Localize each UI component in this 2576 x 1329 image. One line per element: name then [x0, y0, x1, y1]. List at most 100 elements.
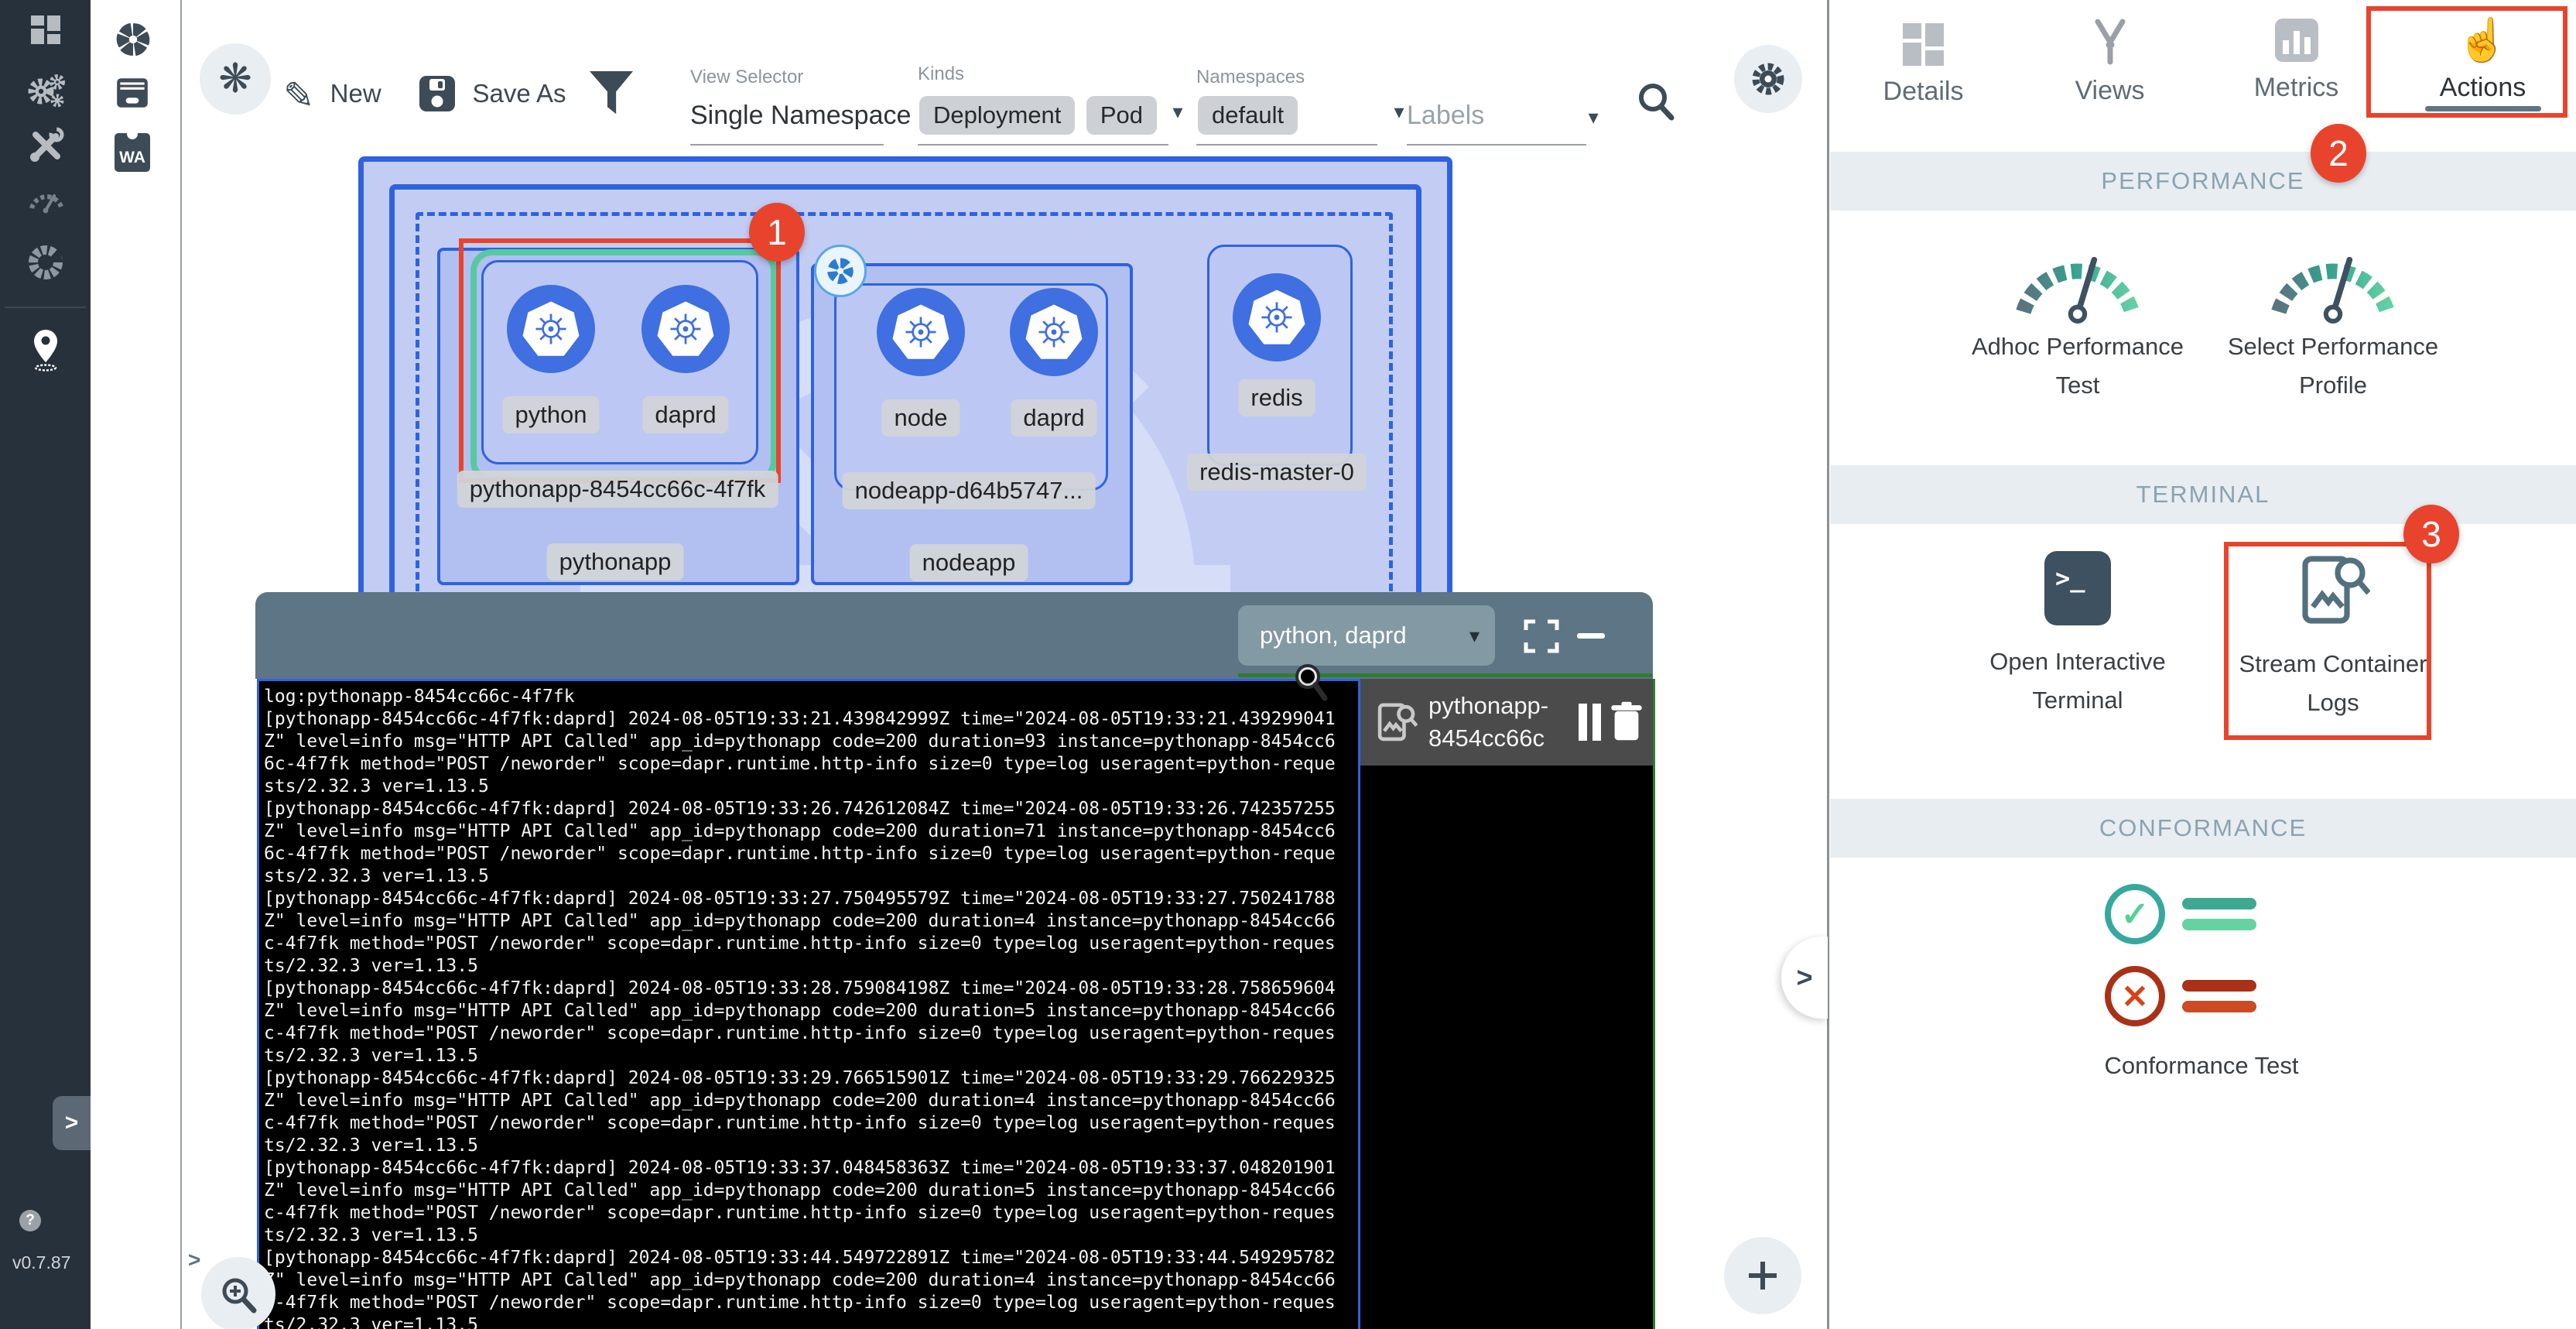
sidebar-item-dashboard[interactable] [0, 8, 91, 51]
section-header-terminal: TERMINAL [1830, 465, 2576, 524]
plus-icon [1744, 1257, 1781, 1294]
sidebar-item-topology[interactable] [0, 325, 91, 375]
sidebar-item-resources[interactable] [0, 240, 91, 283]
container-node-python[interactable] [507, 285, 595, 373]
stream-logs-icon [1374, 700, 1418, 745]
kind-chip-pod[interactable]: Pod [1086, 96, 1157, 135]
pause-icon[interactable] [1592, 704, 1601, 741]
sidebar-divider [5, 307, 86, 308]
kubernetes-icon [1025, 303, 1083, 361]
save-as-label: Save As [472, 79, 566, 108]
container-node-daprd[interactable] [1010, 288, 1098, 376]
new-label: New [330, 79, 381, 108]
kinds-underline [918, 144, 1168, 146]
terminal-tab-title-line1: pythonapp- [1428, 690, 1548, 722]
pod-label: nodeapp-d64b5747... [843, 472, 1096, 509]
action-adhoc-performance-test[interactable]: Adhoc Performance Test [1958, 229, 2198, 405]
filter-funnel-icon[interactable] [590, 71, 633, 118]
terminal-window-icon: >_ [2044, 551, 2111, 625]
sidebar-item-performance[interactable] [0, 180, 91, 220]
deployment-label: nodeapp [910, 544, 1028, 581]
save-as-button[interactable]: Save As [418, 74, 566, 114]
save-icon [418, 74, 457, 113]
panel-collapse-button[interactable]: > [1781, 937, 1828, 1019]
gear-icon [1748, 59, 1788, 99]
namespace-chip-default[interactable]: default [1198, 96, 1298, 135]
deployment-label: pythonapp [547, 543, 684, 581]
swirl-logo-icon [114, 20, 152, 59]
container-node-redis[interactable] [1233, 273, 1321, 361]
terminal-log-text: log:pythonapp-8454cc66c-4f7fk [pythonapp… [264, 686, 1336, 1329]
chevron-down-icon: ▾ [1173, 100, 1183, 123]
chevron-down-icon: ▾ [1469, 624, 1480, 648]
annotation-box-step1 [459, 238, 781, 483]
rail-item-archive[interactable] [114, 76, 151, 114]
rail-item-wasm[interactable]: WA [115, 133, 150, 172]
new-button[interactable]: ✎ New [283, 74, 381, 118]
zoom-in-icon [217, 1273, 259, 1315]
pod-label: redis-master-0 [1187, 454, 1367, 491]
action-select-performance-profile[interactable]: Select Performance Profile [2213, 229, 2453, 405]
terminal-container-dropdown[interactable]: python, daprd ▾ [1238, 605, 1495, 666]
app-rail: WA > [91, 0, 182, 1329]
view-selector-underline [690, 144, 884, 146]
rail-expand-chevron[interactable]: > [188, 1248, 200, 1272]
sidebar-item-settings[interactable] [0, 68, 91, 111]
action-label: Open Interactive Terminal [1958, 642, 2198, 720]
left-sidebar: > ? v0.7.87 [0, 0, 91, 1329]
zoom-in-button[interactable] [201, 1257, 275, 1329]
terminal-container-value: python, daprd [1260, 622, 1407, 649]
container-node-daprd[interactable] [641, 285, 730, 373]
tab-details[interactable]: Details [1830, 0, 2017, 116]
fullscreen-icon[interactable] [1523, 618, 1560, 655]
container-label: daprd [1011, 399, 1096, 437]
step-badge-2: 2 [2311, 124, 2366, 183]
graph-mode-button[interactable]: ❋ [200, 43, 271, 115]
tab-views[interactable]: Views [2017, 0, 2203, 116]
tab-metrics[interactable]: Metrics [2203, 0, 2390, 116]
action-conformance-test[interactable]: Conformance Test [2085, 1046, 2318, 1085]
terminal-tab-pythonapp[interactable]: pythonapp- 8454cc66c [1360, 679, 1653, 766]
step-badge-3: 3 [2403, 505, 2459, 563]
conformance-check-icon: ✓ [2105, 884, 2256, 944]
sidebar-item-tools[interactable] [0, 124, 91, 167]
tab-views-label: Views [2075, 76, 2144, 106]
kinds-dropdown[interactable]: Deployment Pod ▾ [919, 96, 1183, 135]
version-label: v0.7.87 [12, 1252, 70, 1273]
trash-icon[interactable] [1610, 700, 1644, 742]
terminal-log-pane[interactable]: log:pythonapp-8454cc66c-4f7fk [pythonapp… [257, 679, 1360, 1329]
tools-icon [26, 125, 66, 166]
annotation-box-step2 [2366, 6, 2567, 118]
gauge-icon [26, 182, 66, 218]
container-node-node[interactable] [877, 288, 965, 376]
labels-filter-input[interactable]: Labels ▾ [1407, 101, 1599, 131]
gears-icon [26, 70, 66, 110]
container-label: python [502, 396, 599, 433]
rail-item-dapr[interactable] [114, 20, 152, 63]
minimize-icon[interactable] [1577, 633, 1605, 639]
sidebar-expand-button[interactable]: > [53, 1096, 91, 1150]
settings-button[interactable] [1734, 45, 1802, 113]
view-selector-dropdown[interactable]: Single Namespace ▾ [690, 101, 939, 131]
metrics-icon [2275, 19, 2318, 62]
conformance-fail-icon: ✕ [2105, 966, 2256, 1026]
wasm-icon: WA [115, 149, 150, 167]
container-label: redis [1238, 379, 1315, 416]
kind-chip-deployment[interactable]: Deployment [919, 96, 1075, 135]
help-icon[interactable]: ? [19, 1210, 41, 1231]
gauge-icon [2004, 229, 2151, 324]
snowflake-icon: ❋ [218, 56, 252, 102]
views-icon [2089, 19, 2132, 65]
action-open-interactive-terminal[interactable]: >_ Open Interactive Terminal [1958, 551, 2198, 720]
pause-icon[interactable] [1579, 704, 1587, 741]
panel-divider [1827, 0, 1829, 1329]
chevron-down-icon: ▾ [1394, 100, 1404, 123]
add-button[interactable] [1724, 1237, 1801, 1314]
search-icon[interactable] [1634, 79, 1679, 124]
kubernetes-icon [522, 300, 580, 358]
namespaces-dropdown[interactable]: default ▾ [1198, 96, 1404, 135]
dashboard-grid-icon [31, 15, 60, 44]
location-pin-icon [26, 327, 66, 373]
labels-placeholder: Labels [1407, 101, 1484, 130]
details-grid-icon [1903, 23, 1944, 66]
